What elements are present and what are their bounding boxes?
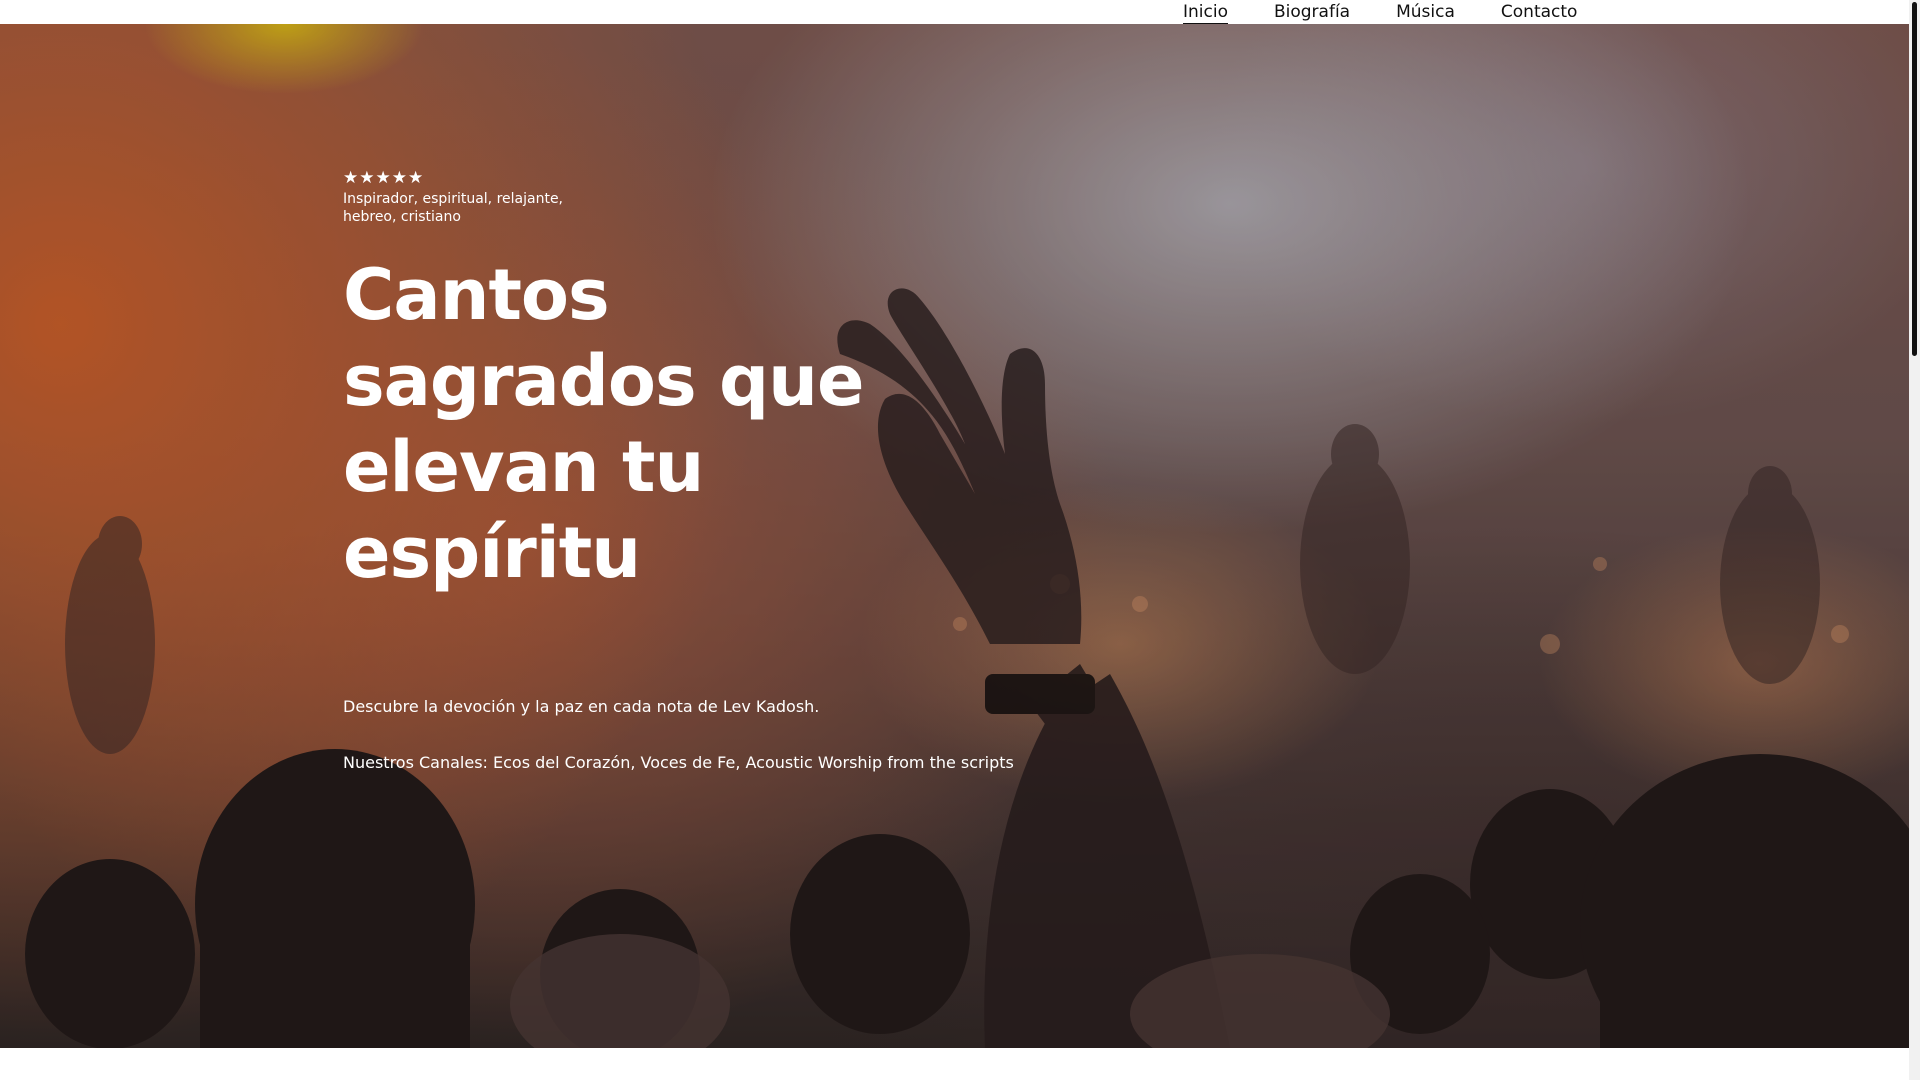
scrollbar-thumb[interactable] [1912,2,1917,356]
hero-channels: Nuestros Canales: Ecos del Corazón, Voce… [343,753,1014,772]
page-scrollbar[interactable] [1909,0,1920,1080]
main-nav: Inicio Biografía Música Contacto [1183,0,1623,24]
nav-item-inicio[interactable]: Inicio [1183,0,1228,24]
page: Inicio Biografía Música Contacto ★★★★★ I… [0,0,1920,1080]
genre-tags: Inspirador, espiritual, relajante, hebre… [343,191,564,225]
nav-item-contacto[interactable]: Contacto [1501,0,1578,24]
hero-content: ★★★★★ Inspirador, espiritual, relajante,… [343,168,1143,790]
hero-section: ★★★★★ Inspirador, espiritual, relajante,… [0,24,1909,1048]
top-navigation-bar: Inicio Biografía Música Contacto [0,0,1909,24]
hero-headline: Cantos sagrados que elevan tu espíritu [343,254,864,594]
nav-item-musica[interactable]: Música [1396,0,1455,24]
hero-description: Descubre la devoción y la paz en cada no… [343,697,820,716]
rating-stars: ★★★★★ [343,168,425,188]
nav-item-biografia[interactable]: Biografía [1274,0,1350,24]
